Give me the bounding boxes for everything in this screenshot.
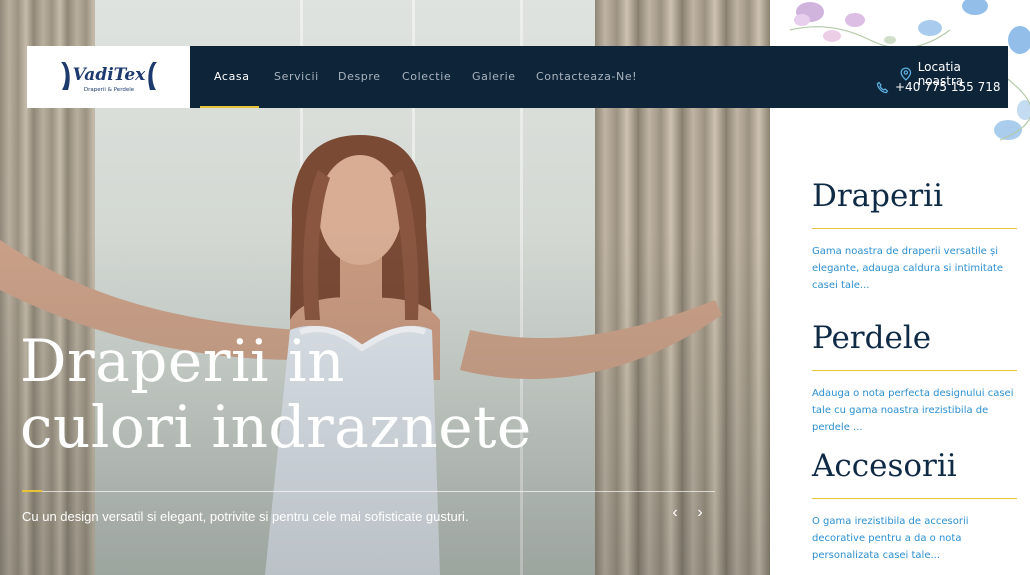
nav-item-colectie[interactable]: Colectie (402, 70, 451, 83)
section-link-text[interactable]: Gama noastra de draperii versatile și el… (812, 243, 1017, 294)
main-navigation: Acasa Servicii Despre Colectie Galerie C… (190, 46, 1008, 108)
map-pin-icon (900, 67, 912, 81)
chevron-right-icon[interactable]: › (690, 503, 710, 523)
phone-number: +40 775 155 718 (895, 80, 1001, 94)
sidebar-section-perdele: Perdele Adauga o nota perfecta designulu… (812, 320, 1017, 436)
hero-title-line: Draperii in (20, 327, 345, 395)
section-title: Accesorii (812, 448, 957, 484)
section-title: Perdele (812, 320, 932, 356)
site-logo[interactable]: VadiTex Draperii & Perdele (27, 46, 190, 108)
hero-accent-bar (22, 490, 42, 492)
logo-tagline: Draperii & Perdele (83, 87, 134, 93)
nav-item-acasa[interactable]: Acasa (214, 70, 250, 83)
phone-icon (876, 81, 889, 93)
section-divider (812, 498, 1017, 499)
phone-link[interactable]: +40 775 155 718 (876, 80, 1000, 94)
nav-item-galerie[interactable]: Galerie (472, 70, 516, 83)
section-link-text[interactable]: Adauga o nota perfecta designului casei … (812, 385, 1017, 436)
nav-item-despre[interactable]: Despre (338, 70, 381, 83)
section-link-text[interactable]: O gama irezistibila de accesorii decorat… (812, 513, 1017, 564)
hero-title: Draperii in culori indraznete (20, 328, 580, 460)
logo-wordmark: VadiTex (72, 65, 146, 85)
logo-image: VadiTex Draperii & Perdele (60, 62, 157, 93)
nav-item-servicii[interactable]: Servicii (274, 70, 319, 83)
hero-subtitle: Cu un design versatil si elegant, potriv… (22, 509, 469, 524)
nav-active-indicator (200, 106, 259, 108)
hero-divider (42, 491, 715, 492)
hero-title-line: culori indraznete (20, 393, 532, 461)
section-title: Draperii (812, 178, 943, 214)
nav-item-contacteaza[interactable]: Contacteaza-Ne! (536, 70, 637, 83)
section-divider (812, 370, 1017, 371)
chevron-left-icon[interactable]: ‹ (665, 503, 685, 523)
sidebar-section-draperii: Draperii Gama noastra de draperii versat… (812, 178, 1017, 294)
sidebar-section-accesorii: Accesorii O gama irezistibila de accesor… (812, 448, 1017, 564)
section-divider (812, 228, 1017, 229)
